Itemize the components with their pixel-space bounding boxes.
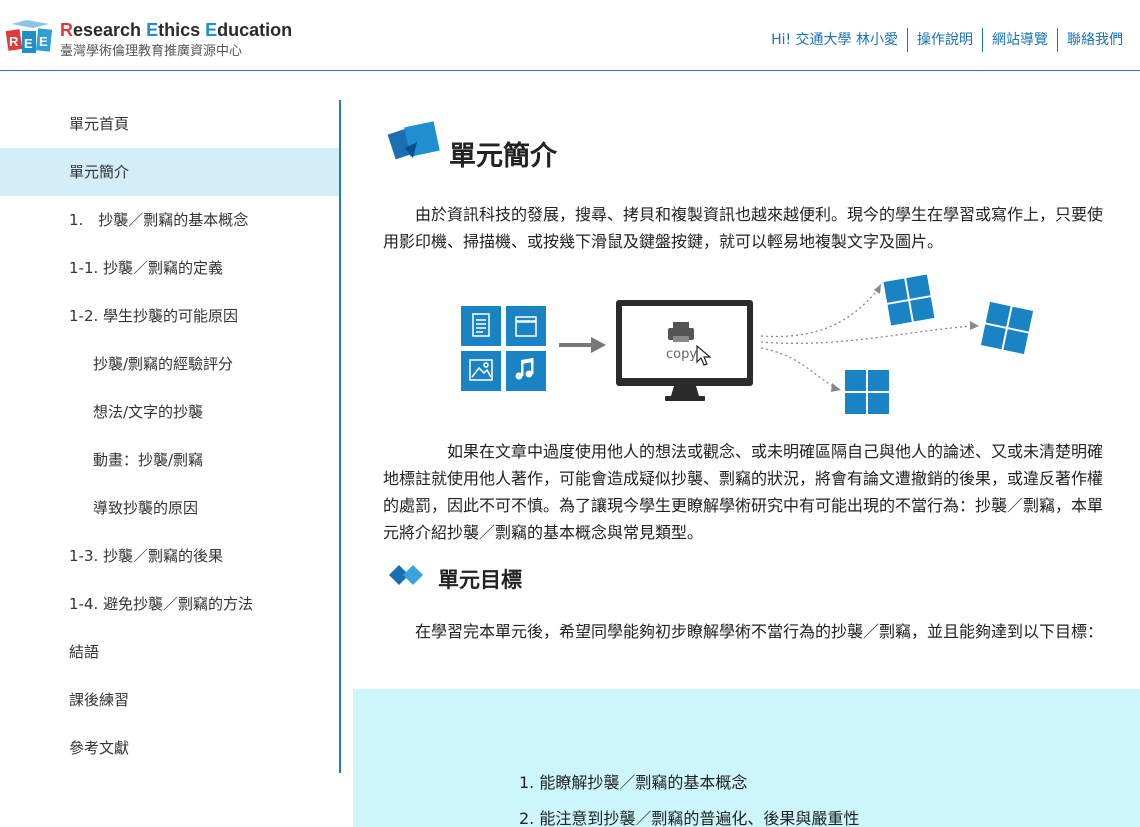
nav-contact[interactable]: 聯絡我們 — [1057, 28, 1132, 52]
title-letter-r: R — [60, 20, 73, 40]
media-tiles — [461, 306, 546, 391]
objectives-title: 單元目標 — [438, 568, 522, 592]
nav-user-greeting[interactable]: Hi! 交通大學 林小愛 — [762, 28, 907, 52]
title-letter-e1: E — [146, 20, 159, 40]
svg-text:R: R — [9, 34, 19, 49]
monitor-icon: copy — [616, 300, 753, 401]
page-title: 單元簡介 — [449, 141, 557, 172]
sidebar-item-animation[interactable]: 動畫：抄襲/剽竊 — [0, 436, 339, 484]
sidebar-item-idea-text-plagiarism[interactable]: 想法/文字的抄襲 — [0, 388, 339, 436]
title-word-ethics: thics — [158, 20, 206, 40]
sidebar-item-possible-causes[interactable]: 1-2. 學生抄襲的可能原因 — [0, 292, 339, 340]
title-letter-e2: E — [205, 20, 218, 40]
goal-item-1: 1. 能瞭解抄襲／剽竊的基本概念 — [519, 773, 748, 792]
intro-paragraph: 由於資訊科技的發展，搜尋、拷貝和複製資訊也越來越便利。現今的學生在學習或寫作上，… — [383, 205, 1104, 251]
title-word-research: esearch — [73, 20, 147, 40]
sidebar-item-experience-rating[interactable]: 抄襲/剽竊的經驗評分 — [0, 340, 339, 388]
goals-box: 1. 能瞭解抄襲／剽竊的基本概念 2. 能注意到抄襲／剽竊的普遍化、後果與嚴重性 — [353, 689, 1140, 827]
sidebar-item-definition[interactable]: 1-1. 抄襲／剽竊的定義 — [0, 244, 339, 292]
top-nav: Hi! 交通大學 林小愛 操作說明 網站導覽 聯絡我們 — [762, 28, 1132, 52]
site-subtitle: 臺灣學術倫理教育推廣資源中心 — [60, 44, 243, 59]
diamonds-icon — [389, 565, 423, 585]
sidebar-item-unit-home[interactable]: 單元首頁 — [0, 100, 339, 148]
right-arrow-icon — [559, 337, 606, 353]
site-header: R E E Research Ethics Education 臺灣學術倫理教育… — [0, 0, 1140, 71]
window-tiles — [845, 274, 1034, 414]
sidebar-item-consequences[interactable]: 1-3. 抄襲／剽竊的後果 — [0, 532, 339, 580]
ree-logo[interactable]: R E E — [5, 18, 55, 58]
goal-item-2: 2. 能注意到抄襲／剽竊的普遍化、後果與嚴重性 — [519, 809, 860, 827]
site-title[interactable]: Research Ethics Education — [60, 20, 292, 41]
svg-text:E: E — [39, 34, 48, 49]
sidebar-item-causes[interactable]: 導致抄襲的原因 — [0, 484, 339, 532]
objectives-intro-paragraph: 在學習完本單元後，希望同學能夠初步瞭解學術不當行為的抄襲／剽竊，並且能夠達到以下… — [383, 622, 1104, 641]
main-content: 單元簡介 由於資訊科技的發展，搜尋、拷貝和複製資訊也越來越便利。現今的學生在學習… — [353, 100, 1140, 827]
sidebar-item-conclusion[interactable]: 結語 — [0, 628, 339, 676]
nav-sitemap[interactable]: 網站導覽 — [982, 28, 1057, 52]
sidebar-item-basic-concepts[interactable]: 1. 抄襲／剽竊的基本概念 — [0, 196, 339, 244]
copy-label: copy — [666, 347, 697, 362]
context-paragraph: 如果在文章中過度使用他人的想法或觀念、或未明確區隔自己與他人的論述、又或未清楚明… — [383, 442, 1104, 542]
nav-instructions[interactable]: 操作說明 — [907, 28, 982, 52]
svg-text:E: E — [24, 36, 33, 51]
sidebar-item-references[interactable]: 參考文獻 — [0, 724, 339, 772]
title-word-education: ducation — [217, 20, 293, 40]
unit-sidebar: 單元首頁 單元簡介 1. 抄襲／剽竊的基本概念 1-1. 抄襲／剽竊的定義 1-… — [0, 100, 341, 773]
blue-squares-icon — [387, 121, 440, 160]
sidebar-item-exercises[interactable]: 課後練習 — [0, 676, 339, 724]
copy-illustration: copy — [461, 274, 1034, 414]
sidebar-item-avoidance[interactable]: 1-4. 避免抄襲／剽竊的方法 — [0, 580, 339, 628]
sidebar-item-unit-intro[interactable]: 單元簡介 — [0, 148, 339, 196]
